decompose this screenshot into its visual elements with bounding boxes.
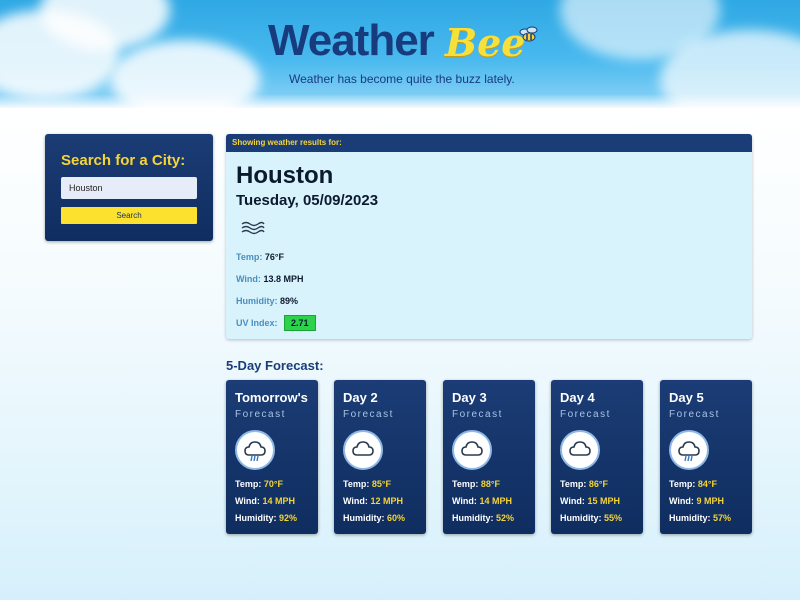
search-panel: Search for a City: Search bbox=[45, 134, 213, 241]
cloud-icon bbox=[560, 430, 600, 470]
current-wind: Wind: 13.8 MPH bbox=[236, 274, 303, 284]
results-heading: Showing weather results for: bbox=[232, 138, 342, 147]
forecast-day-label: Tomorrow's bbox=[235, 390, 308, 405]
forecast-temp: Temp: 70°F bbox=[235, 479, 283, 489]
forecast-day-label: Day 5 bbox=[669, 390, 704, 405]
temp-value: 76°F bbox=[264, 252, 284, 262]
forecast-wind: Wind: 9 MPH bbox=[669, 496, 724, 506]
forecast-temp-value: 70°F bbox=[263, 479, 283, 489]
forecast-humidity: Humidity: 92% bbox=[235, 513, 297, 523]
forecast-wind-label: Wind: bbox=[669, 496, 694, 506]
forecast-sub-label: Forecast bbox=[669, 409, 720, 420]
forecast-temp-value: 86°F bbox=[588, 479, 608, 489]
forecast-temp-value: 84°F bbox=[697, 479, 717, 489]
forecast-temp: Temp: 84°F bbox=[669, 479, 717, 489]
city-search-input[interactable] bbox=[61, 177, 197, 199]
rain-cloud-icon bbox=[235, 430, 275, 470]
forecast-humidity: Humidity: 52% bbox=[452, 513, 514, 523]
forecast-humidity: Humidity: 55% bbox=[560, 513, 622, 523]
forecast-card: Day 3 Forecast Temp: 88°F Wind: 14 MPH Humid… bbox=[443, 380, 535, 534]
forecast-wind: Wind: 14 MPH bbox=[452, 496, 512, 506]
bee-icon bbox=[519, 26, 538, 42]
forecast-temp-label: Temp: bbox=[235, 479, 262, 489]
forecast-temp: Temp: 88°F bbox=[452, 479, 500, 489]
humidity-value: 89% bbox=[280, 296, 299, 306]
current-uv-index: UV Index: 2.71 bbox=[236, 315, 316, 331]
current-temp: Temp: 76°F bbox=[236, 252, 284, 262]
forecast-day-label: Day 3 bbox=[452, 390, 487, 405]
rain-cloud-icon bbox=[669, 430, 709, 470]
forecast-wind: Wind: 12 MPH bbox=[343, 496, 403, 506]
forecast-humidity-label: Humidity: bbox=[669, 513, 711, 523]
forecast-humidity-label: Humidity: bbox=[235, 513, 277, 523]
forecast-humidity-label: Humidity: bbox=[343, 513, 385, 523]
forecast-card: Tomorrow's Forecast Temp: 70°F Wind: 14 MPH… bbox=[226, 380, 318, 534]
forecast-card: Day 4 Forecast Temp: 86°F Wind: 15 MPH Humid… bbox=[551, 380, 643, 534]
wind-value: 13.8 MPH bbox=[263, 274, 304, 284]
forecast-sub-label: Forecast bbox=[235, 409, 286, 420]
forecast-temp-label: Temp: bbox=[560, 479, 587, 489]
header-banner: Weather Bee Weather has become quite the… bbox=[0, 0, 800, 108]
current-weather-header: Showing weather results for: bbox=[226, 134, 752, 152]
logo-text: Weather bbox=[268, 16, 435, 65]
forecast-day-label: Day 4 bbox=[560, 390, 595, 405]
logo-accent-text: Bee bbox=[445, 20, 526, 65]
current-humidity: Humidity: 89% bbox=[236, 296, 298, 306]
forecast-sub-label: Forecast bbox=[343, 409, 394, 420]
current-weather-panel: Showing weather results for: Houston Tue… bbox=[226, 134, 752, 339]
cloud-icon bbox=[452, 430, 492, 470]
forecast-temp-value: 85°F bbox=[371, 479, 391, 489]
wind-label: Wind: bbox=[236, 274, 261, 284]
forecast-humidity-value: 92% bbox=[279, 513, 298, 523]
forecast-temp-label: Temp: bbox=[452, 479, 479, 489]
forecast-temp-label: Temp: bbox=[343, 479, 370, 489]
forecast-humidity-value: 52% bbox=[496, 513, 515, 523]
uv-index-badge: 2.71 bbox=[284, 315, 316, 331]
forecast-wind-label: Wind: bbox=[343, 496, 368, 506]
forecast-wind: Wind: 15 MPH bbox=[560, 496, 620, 506]
search-button[interactable]: Search bbox=[61, 207, 197, 224]
forecast-wind-value: 9 MPH bbox=[696, 496, 724, 506]
forecast-temp-value: 88°F bbox=[480, 479, 500, 489]
forecast-humidity-value: 55% bbox=[604, 513, 623, 523]
forecast-sub-label: Forecast bbox=[560, 409, 611, 420]
forecast-wind-value: 12 MPH bbox=[370, 496, 403, 506]
forecast-humidity-value: 60% bbox=[387, 513, 406, 523]
forecast-humidity: Humidity: 60% bbox=[343, 513, 405, 523]
forecast-humidity-label: Humidity: bbox=[452, 513, 494, 523]
temp-label: Temp: bbox=[236, 252, 263, 262]
forecast-humidity-value: 57% bbox=[713, 513, 732, 523]
forecast-title: 5-Day Forecast: bbox=[226, 358, 324, 373]
forecast-wind-label: Wind: bbox=[452, 496, 477, 506]
forecast-temp: Temp: 86°F bbox=[560, 479, 608, 489]
forecast-sub-label: Forecast bbox=[452, 409, 503, 420]
forecast-temp: Temp: 85°F bbox=[343, 479, 391, 489]
forecast-wind-value: 14 MPH bbox=[262, 496, 295, 506]
forecast-card: Day 5 Forecast Temp: 84°F Wind: 9 MPH Humidi… bbox=[660, 380, 752, 534]
forecast-wind-label: Wind: bbox=[560, 496, 585, 506]
forecast-humidity: Humidity: 57% bbox=[669, 513, 731, 523]
forecast-day-label: Day 2 bbox=[343, 390, 378, 405]
forecast-wind-value: 14 MPH bbox=[479, 496, 512, 506]
search-title: Search for a City: bbox=[61, 152, 186, 169]
humidity-label: Humidity: bbox=[236, 296, 278, 306]
forecast-temp-label: Temp: bbox=[669, 479, 696, 489]
forecast-card: Day 2 Forecast Temp: 85°F Wind: 12 MPH Humid… bbox=[334, 380, 426, 534]
forecast-wind: Wind: 14 MPH bbox=[235, 496, 295, 506]
cloud-icon bbox=[343, 430, 383, 470]
forecast-wind-value: 15 MPH bbox=[587, 496, 620, 506]
haze-icon bbox=[241, 221, 265, 235]
uv-label: UV Index: bbox=[236, 318, 278, 328]
forecast-humidity-label: Humidity: bbox=[560, 513, 602, 523]
current-date: Tuesday, 05/09/2023 bbox=[236, 192, 379, 209]
tagline: Weather has become quite the buzz lately… bbox=[289, 72, 515, 86]
forecast-wind-label: Wind: bbox=[235, 496, 260, 506]
city-name: Houston bbox=[236, 162, 334, 189]
